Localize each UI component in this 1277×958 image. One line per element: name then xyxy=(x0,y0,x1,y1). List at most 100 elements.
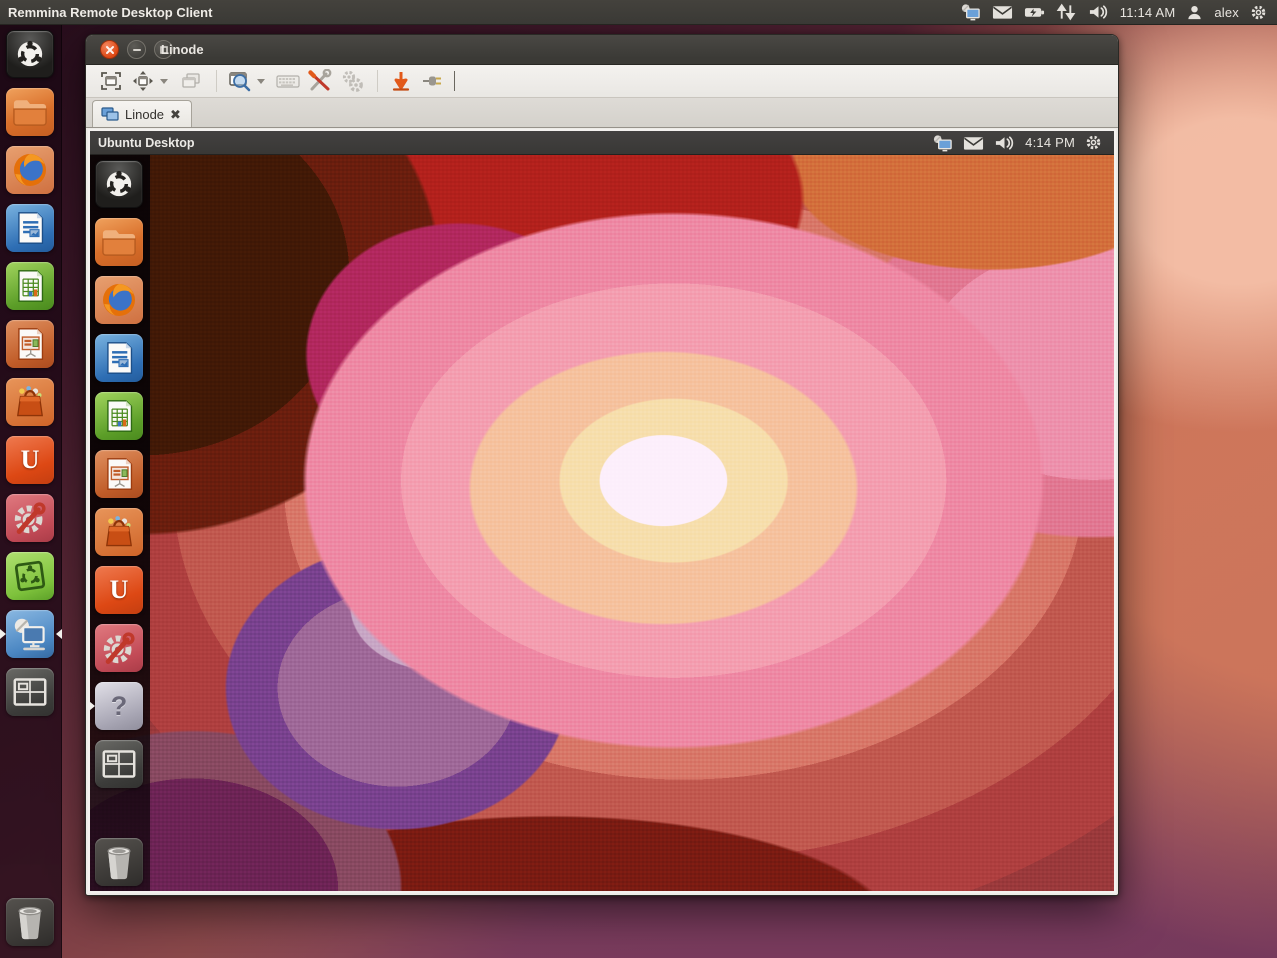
system-settings-icon xyxy=(6,494,54,542)
trash-icon xyxy=(6,898,54,946)
disconnect-button[interactable] xyxy=(418,68,448,95)
libreoffice-impress-icon xyxy=(6,320,54,368)
toolbar-text-cursor xyxy=(454,71,455,91)
fullscreen-button[interactable] xyxy=(96,68,126,95)
libreoffice-writer-icon xyxy=(6,204,54,252)
ubuntu-one-icon: U xyxy=(6,436,54,484)
remote-desktop-view[interactable]: Ubuntu Desktop 4:14 PM xyxy=(88,129,1116,893)
remote-launcher-item-software-center[interactable] xyxy=(95,508,145,558)
session-gear-icon[interactable] xyxy=(1250,4,1267,21)
remote-desktop-indicator-icon[interactable] xyxy=(932,134,953,152)
software-center-bag-icon xyxy=(95,508,143,556)
user-indicator-icon[interactable] xyxy=(1186,4,1203,21)
launcher-item-trash[interactable] xyxy=(6,898,56,948)
tab-monitor-icon xyxy=(101,107,119,121)
toolbar-separator xyxy=(216,70,217,92)
question-mark-glyph: ? xyxy=(111,691,128,722)
system-settings-icon xyxy=(95,624,143,672)
tab-label: Linode xyxy=(125,107,164,122)
launcher-item-workspace-switcher[interactable] xyxy=(6,668,56,718)
connection-tabbar: Linode ✖ xyxy=(86,98,1118,128)
launcher-item-remmina[interactable] xyxy=(6,610,56,660)
remote-launcher-item-impress[interactable] xyxy=(95,450,145,500)
libreoffice-impress-icon xyxy=(95,450,143,498)
unknown-app-running-arrow xyxy=(89,701,95,711)
remmina-focused-arrow xyxy=(56,629,62,639)
remote-launcher-item-workspace-switcher[interactable] xyxy=(95,740,145,790)
mail-indicator-icon[interactable] xyxy=(992,3,1013,21)
tools-button[interactable] xyxy=(305,68,335,95)
remote-top-panel: Ubuntu Desktop 4:14 PM xyxy=(90,131,1114,155)
toolbar-separator xyxy=(377,70,378,92)
window-titlebar[interactable]: Linode xyxy=(86,35,1118,65)
firefox-icon xyxy=(6,146,54,194)
files-folder-icon xyxy=(6,88,54,136)
keyboard-grab-button[interactable] xyxy=(273,68,303,95)
ubuntu-one-icon: U xyxy=(95,566,143,614)
remote-wallpaper xyxy=(90,155,1114,893)
host-indicator-tray: 11:14 AM alex xyxy=(960,3,1277,21)
remmina-icon xyxy=(6,610,54,658)
mail-indicator-icon[interactable] xyxy=(963,134,984,152)
minimize-to-tray-button[interactable] xyxy=(386,68,416,95)
libreoffice-writer-icon xyxy=(95,334,143,382)
launcher-item-writer[interactable] xyxy=(6,204,56,254)
battery-indicator-icon[interactable] xyxy=(1024,3,1045,21)
screenshot-magnifier-button[interactable] xyxy=(225,68,255,95)
libreoffice-calc-icon xyxy=(95,392,143,440)
remote-launcher-item-writer[interactable] xyxy=(95,334,145,384)
remote-launcher-item-firefox[interactable] xyxy=(95,276,145,326)
remote-launcher-item-files[interactable] xyxy=(95,218,145,268)
launcher-item-impress[interactable] xyxy=(6,320,56,370)
remote-launcher-item-trash[interactable] xyxy=(95,838,145,888)
launcher-item-ubuntu-one[interactable]: U xyxy=(6,436,56,486)
scaled-mode-menu-caret[interactable] xyxy=(160,79,168,84)
remote-desktop-indicator-icon[interactable] xyxy=(960,3,981,21)
host-unity-launcher: U xyxy=(0,25,62,958)
window-minimize-button[interactable] xyxy=(127,40,146,59)
launcher-item-firefox[interactable] xyxy=(6,146,56,196)
ubuntu-one-letter: U xyxy=(21,445,40,475)
ubuntu-dash-icon xyxy=(95,160,143,208)
remote-launcher-item-ubuntu-one[interactable]: U xyxy=(95,566,145,616)
tab-linode[interactable]: Linode ✖ xyxy=(92,100,192,127)
launcher-item-software-updater[interactable] xyxy=(6,552,56,602)
remote-clock[interactable]: 4:14 PM xyxy=(1025,135,1075,150)
files-folder-icon xyxy=(95,218,143,266)
session-gear-icon[interactable] xyxy=(1085,134,1102,151)
launcher-item-system-settings[interactable] xyxy=(6,494,56,544)
launcher-item-files[interactable] xyxy=(6,88,56,138)
remote-launcher-item-dash[interactable] xyxy=(95,160,145,210)
host-clock[interactable]: 11:14 AM xyxy=(1120,5,1176,20)
trash-icon xyxy=(95,838,143,886)
unknown-app-icon: ? xyxy=(95,682,143,730)
launcher-item-software-center[interactable] xyxy=(6,378,56,428)
remote-launcher-item-system-settings[interactable] xyxy=(95,624,145,674)
tab-close-icon[interactable]: ✖ xyxy=(170,108,181,121)
workspace-switcher-icon xyxy=(95,740,143,788)
software-updater-icon xyxy=(6,552,54,600)
firefox-icon xyxy=(95,276,143,324)
launcher-item-dash[interactable] xyxy=(6,30,56,80)
remote-panel-title: Ubuntu Desktop xyxy=(90,136,195,150)
remote-launcher-item-calc[interactable] xyxy=(95,392,145,442)
launcher-item-calc[interactable] xyxy=(6,262,56,312)
volume-indicator-icon[interactable] xyxy=(994,134,1015,152)
scaled-mode-button[interactable] xyxy=(128,68,158,95)
duplicate-connection-button[interactable] xyxy=(176,68,206,95)
active-app-title: Remmina Remote Desktop Client xyxy=(0,5,212,20)
window-title: Linode xyxy=(161,42,204,57)
remote-unity-launcher: U ? xyxy=(90,155,150,893)
ubuntu-one-letter: U xyxy=(110,575,129,605)
network-traffic-indicator-icon[interactable] xyxy=(1056,3,1077,21)
workspace-switcher-icon xyxy=(6,668,54,716)
screenshot-menu-caret[interactable] xyxy=(257,79,265,84)
volume-indicator-icon[interactable] xyxy=(1088,3,1109,21)
remote-indicator-tray: 4:14 PM xyxy=(932,134,1114,152)
preferences-gears-button[interactable] xyxy=(337,68,367,95)
window-close-button[interactable] xyxy=(100,40,119,59)
host-username[interactable]: alex xyxy=(1214,5,1239,20)
remmina-toolbar xyxy=(86,65,1118,98)
ubuntu-dash-icon xyxy=(6,30,54,78)
remote-launcher-item-unknown-app[interactable]: ? xyxy=(95,682,145,732)
